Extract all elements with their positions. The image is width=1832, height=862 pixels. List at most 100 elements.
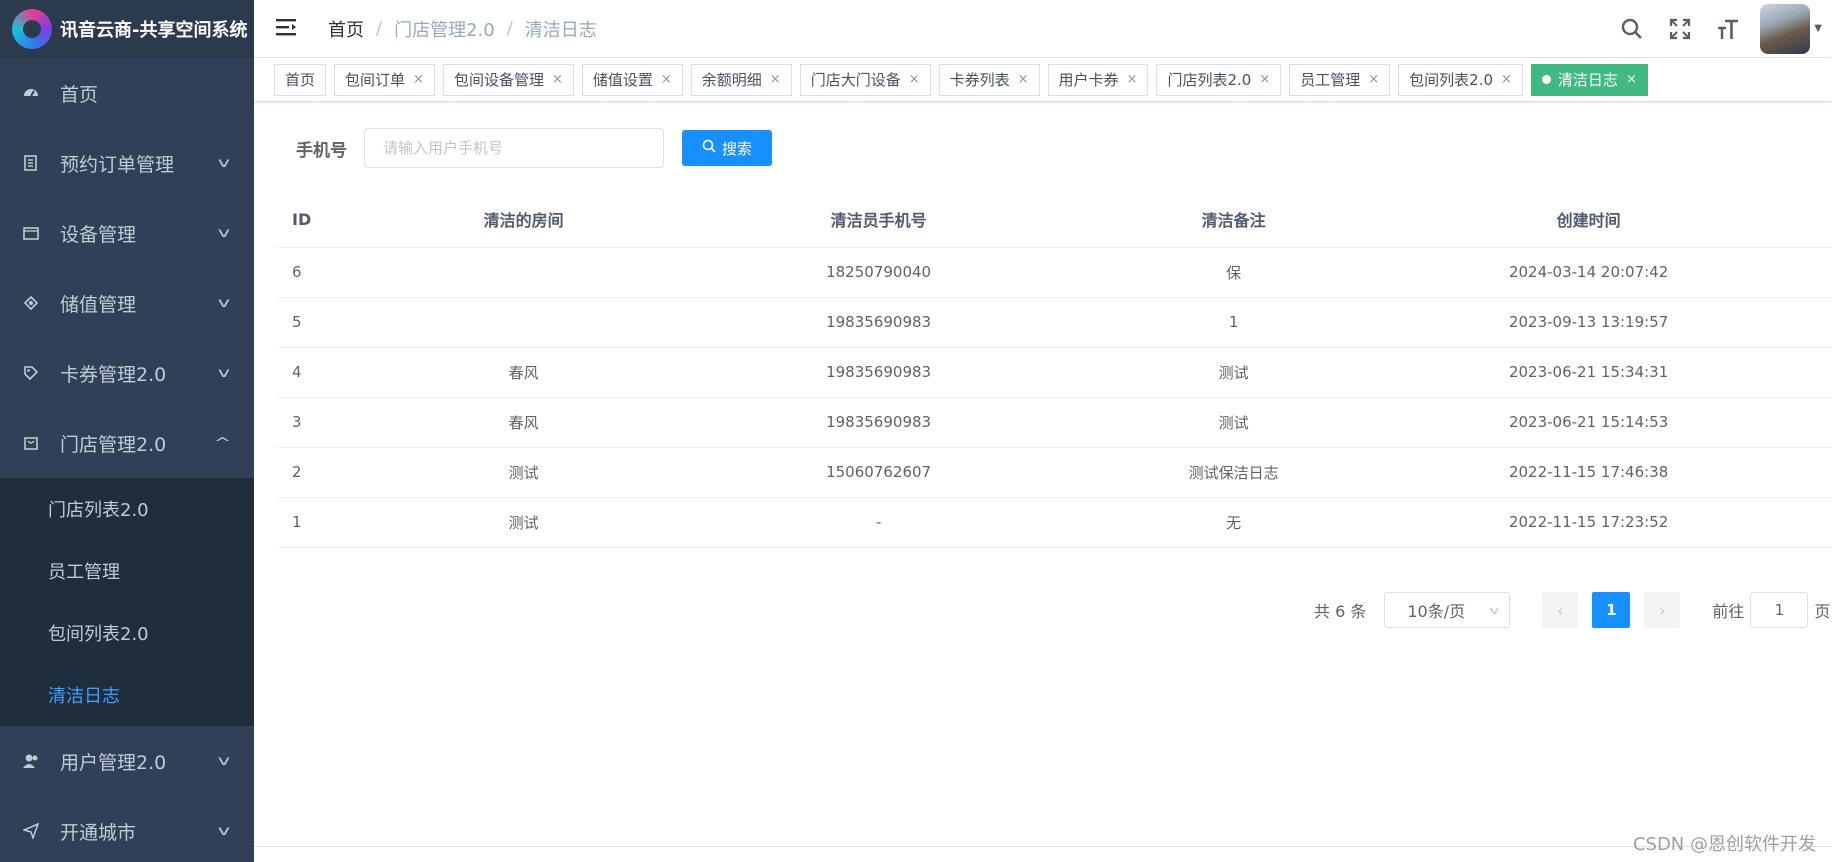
cell-created-at: 2022-11-15 17:23:52 bbox=[1345, 497, 1832, 548]
table-row: 6 18250790040 保 2024-03-14 20:07:42 bbox=[278, 247, 1832, 298]
submenu-item-staff[interactable]: 员工管理 bbox=[0, 540, 254, 602]
cell-note: 测试保洁日志 bbox=[1121, 447, 1346, 498]
table-row: 5 19835690983 1 2023-09-13 13:19:57 bbox=[278, 297, 1832, 348]
cell-created-at: 2023-06-21 15:34:31 bbox=[1345, 347, 1832, 398]
tag-cleaning-log[interactable]: 清洁日志 × bbox=[1530, 63, 1648, 96]
sidebar-item-label: 开通城市 bbox=[60, 821, 137, 844]
tag-coupon-list[interactable]: 卡券列表 × bbox=[938, 63, 1040, 96]
search-form: 手机号 搜索 bbox=[296, 128, 772, 168]
page-number-current[interactable]: 1 bbox=[1592, 592, 1631, 628]
close-icon[interactable]: × bbox=[1259, 72, 1270, 87]
breadcrumb-home[interactable]: 首页 bbox=[328, 16, 364, 42]
close-icon[interactable]: × bbox=[1127, 72, 1138, 87]
page-jumper: 前往 页 bbox=[1712, 592, 1830, 628]
caret-down-icon[interactable]: ▼ bbox=[1814, 23, 1822, 34]
close-icon[interactable]: × bbox=[552, 72, 563, 87]
avatar[interactable] bbox=[1760, 3, 1811, 54]
tag-room-orders[interactable]: 包间订单 × bbox=[334, 63, 435, 96]
cell-room bbox=[411, 297, 636, 348]
submenu-item-store-list[interactable]: 门店列表2.0 bbox=[0, 478, 254, 540]
tag-stored-value-settings[interactable]: 储值设置 × bbox=[581, 63, 683, 96]
close-icon[interactable]: × bbox=[1368, 72, 1379, 87]
cleaning-log-table: ID 清洁的房间 清洁员手机号 清洁备注 创建时间 6 18250790040 … bbox=[278, 192, 1832, 548]
sidebar-item-label: 预约订单管理 bbox=[60, 153, 175, 176]
cell-room: 测试 bbox=[411, 447, 636, 498]
cell-phone: 18250790040 bbox=[635, 247, 1122, 298]
close-icon[interactable]: × bbox=[413, 72, 424, 87]
tag-store-door-devices[interactable]: 门店大门设备 × bbox=[799, 63, 931, 96]
tag-label: 首页 bbox=[285, 71, 316, 89]
prev-page-button[interactable]: ‹ bbox=[1542, 592, 1579, 628]
sidebar-item-label: 储值管理 bbox=[60, 293, 137, 316]
font-size-icon[interactable] bbox=[1704, 18, 1752, 40]
submenu-item-cleaning-log[interactable]: 清洁日志 bbox=[0, 664, 254, 726]
goto-page-input[interactable] bbox=[1750, 592, 1809, 628]
tag-label: 储值设置 bbox=[592, 71, 653, 89]
active-dot-icon bbox=[1541, 75, 1551, 84]
tag-balance-details[interactable]: 余额明细 × bbox=[690, 63, 792, 96]
sidebar-item-label: 设备管理 bbox=[60, 223, 137, 246]
cell-id: 2 bbox=[278, 447, 412, 498]
cell-id: 4 bbox=[278, 347, 412, 398]
tag-label: 门店大门设备 bbox=[810, 71, 901, 89]
cell-id: 5 bbox=[278, 297, 412, 348]
close-icon[interactable]: × bbox=[1626, 72, 1637, 87]
next-page-button[interactable]: › bbox=[1644, 592, 1681, 628]
sidebar-item-coupons[interactable]: 卡券管理2.0 v bbox=[0, 338, 254, 408]
tag-label: 清洁日志 bbox=[1557, 71, 1618, 89]
phone-search-input[interactable] bbox=[364, 128, 664, 168]
table-row: 2 测试 15060762607 测试保洁日志 2022-11-15 17:46… bbox=[278, 447, 1832, 498]
sidebar-item-label: 门店管理2.0 bbox=[60, 433, 167, 456]
tag-label: 包间订单 bbox=[345, 71, 406, 89]
sidebar-item-cities[interactable]: 开通城市 v bbox=[0, 796, 254, 862]
hamburger-icon[interactable] bbox=[276, 18, 298, 40]
submenu-stores: 门店列表2.0 员工管理 包间列表2.0 清洁日志 bbox=[0, 478, 254, 726]
tag-room-devices[interactable]: 包间设备管理 × bbox=[442, 63, 574, 96]
sidebar-item-stored-value[interactable]: 储值管理 v bbox=[0, 268, 254, 338]
tag-staff[interactable]: 员工管理 × bbox=[1289, 63, 1391, 96]
pagination: 共 6 条 10条/页 v ‹ 1 › 前往 页 bbox=[1314, 592, 1830, 628]
search-button[interactable]: 搜索 bbox=[682, 130, 772, 166]
tag-store-list[interactable]: 门店列表2.0 × bbox=[1156, 63, 1282, 96]
page-size-select[interactable]: 10条/页 v bbox=[1384, 592, 1511, 628]
fullscreen-icon[interactable] bbox=[1656, 18, 1704, 40]
header-id: ID bbox=[278, 192, 412, 248]
send-icon bbox=[22, 822, 40, 840]
phone-label: 手机号 bbox=[296, 140, 347, 161]
tag-home[interactable]: 首页 bbox=[274, 63, 327, 96]
sidebar-item-home[interactable]: 首页 bbox=[0, 58, 254, 128]
sidebar-item-orders[interactable]: 预约订单管理 v bbox=[0, 128, 254, 198]
cell-note: 无 bbox=[1121, 497, 1346, 548]
pagination-total: 共 6 条 bbox=[1314, 602, 1367, 621]
header-room: 清洁的房间 bbox=[411, 192, 636, 248]
close-icon[interactable]: × bbox=[1018, 72, 1029, 87]
search-icon[interactable] bbox=[1608, 18, 1656, 40]
order-icon bbox=[22, 154, 40, 172]
breadcrumb-separator: / bbox=[376, 18, 383, 39]
chevron-down-icon: v bbox=[217, 225, 231, 241]
submenu-item-room-list[interactable]: 包间列表2.0 bbox=[0, 602, 254, 664]
close-icon[interactable]: × bbox=[770, 72, 781, 87]
close-icon[interactable]: × bbox=[661, 72, 672, 87]
chevron-up-icon: ^ bbox=[213, 435, 232, 451]
logo-icon bbox=[12, 9, 52, 49]
cell-room: 测试 bbox=[411, 497, 636, 548]
table-row: 1 测试 - 无 2022-11-15 17:23:52 bbox=[278, 497, 1832, 548]
sidebar-item-stores[interactable]: 门店管理2.0 ^ bbox=[0, 408, 254, 478]
tag-user-coupons[interactable]: 用户卡券 × bbox=[1047, 63, 1149, 96]
page-unit-label: 页 bbox=[1814, 602, 1831, 621]
tag-label: 卡券列表 bbox=[949, 71, 1010, 89]
tag-room-list[interactable]: 包间列表2.0 × bbox=[1398, 63, 1523, 96]
navbar: 首页 / 门店管理2.0 / 清洁日志 ▼ bbox=[254, 0, 1832, 58]
store-icon bbox=[22, 434, 40, 452]
cell-room bbox=[411, 247, 636, 298]
close-icon[interactable]: × bbox=[1501, 72, 1512, 87]
sidebar-item-users[interactable]: 用户管理2.0 v bbox=[0, 726, 254, 796]
cell-id: 1 bbox=[278, 497, 412, 548]
close-icon[interactable]: × bbox=[909, 72, 920, 87]
sidebar-item-devices[interactable]: 设备管理 v bbox=[0, 198, 254, 268]
table-row: 4 春风 19835690983 测试 2023-06-21 15:34:31 bbox=[278, 347, 1832, 398]
cell-note: 测试 bbox=[1121, 397, 1346, 448]
chevron-down-icon: v bbox=[1489, 603, 1499, 617]
chevron-down-icon: v bbox=[217, 823, 231, 839]
